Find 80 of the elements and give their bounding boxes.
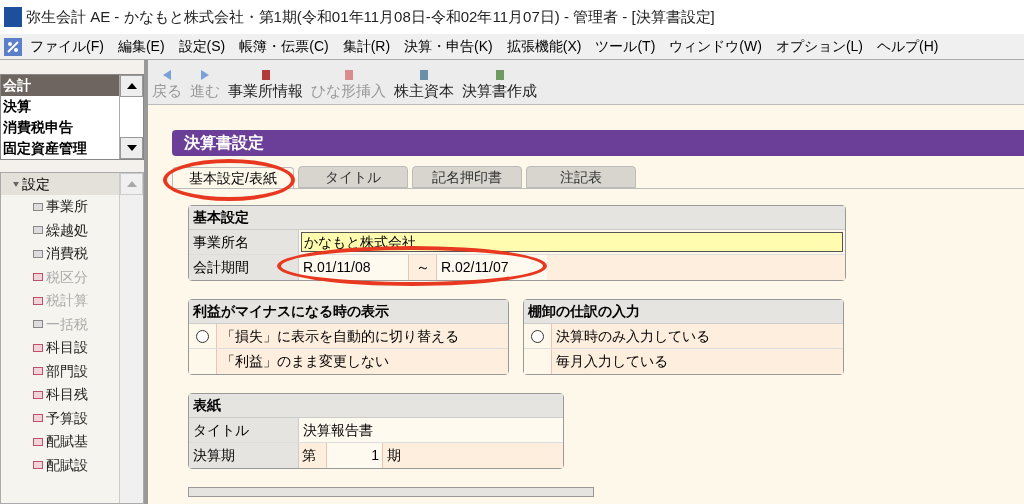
menu-item[interactable]: 決算・申告(K)	[404, 36, 493, 57]
document-icon	[342, 69, 355, 81]
section-title: 棚卸の仕訳の入力	[524, 300, 843, 324]
document-icon	[418, 69, 430, 81]
category-item[interactable]: 会計	[1, 75, 119, 96]
tree-item[interactable]: 繰越処	[46, 219, 88, 241]
tree-item[interactable]: 科目残	[46, 384, 88, 406]
tab[interactable]: 注記表	[525, 166, 636, 188]
form-icon	[33, 202, 43, 211]
tab[interactable]: 基本設定/表紙	[172, 167, 294, 189]
tree-item[interactable]: 部門設	[46, 360, 88, 382]
date-field[interactable]: R.02/11/07	[437, 255, 547, 280]
menu-item[interactable]: 設定(S)	[178, 36, 226, 57]
menu-item[interactable]: 帳簿・伝票(C)	[239, 36, 329, 57]
field-label: 事業所名	[189, 230, 299, 254]
suffix-label: 期	[383, 443, 563, 468]
app-icon	[4, 7, 22, 27]
section-title: 表紙	[189, 394, 563, 418]
option-label[interactable]: 「利益」のまま変更しない	[217, 349, 508, 374]
up-arrow-icon	[126, 83, 137, 89]
radio-button[interactable]	[531, 329, 544, 343]
scroll-up-button[interactable]	[120, 75, 143, 97]
calendar-icon	[33, 273, 43, 282]
tree-item[interactable]: 科目設	[46, 337, 88, 359]
section-title: 利益がマイナスになる時の表示	[189, 300, 508, 324]
menu-item[interactable]: 拡張機能(X)	[506, 36, 582, 57]
toolbar-button[interactable]: 事業所情報	[228, 69, 303, 101]
window-title: 弥生会計 AE - かなもと株式会社・第1期(令和01年11月08日-令和02年11月07日) - 管理者 - [決算書設定]	[26, 6, 715, 27]
tree-item[interactable]: 消費税	[46, 243, 88, 265]
left-arrow-icon	[161, 69, 173, 81]
section-title: 基本設定	[189, 206, 845, 230]
text-field[interactable]: 決算報告書	[299, 418, 563, 442]
range-separator: ～	[409, 255, 437, 280]
tab[interactable]: 記名押印書	[411, 166, 522, 188]
menu-item[interactable]: ウィンドウ(W)	[669, 36, 762, 57]
form-icon	[33, 249, 43, 258]
menu-item[interactable]: ヘルプ(H)	[877, 36, 939, 57]
calendar-icon	[33, 390, 43, 399]
option-label[interactable]: 「損失」に表示を自動的に切り替える	[217, 324, 508, 348]
app-logo-icon	[4, 37, 22, 56]
calendar-icon	[33, 343, 43, 352]
panel-title-bar: 決算書設定	[172, 130, 1024, 156]
right-arrow-icon	[199, 69, 211, 81]
menu-item[interactable]: オプション(L)	[775, 36, 863, 57]
calendar-icon	[33, 296, 43, 305]
document-icon	[493, 69, 506, 81]
radio-button[interactable]	[196, 329, 209, 343]
category-item[interactable]: 決算	[1, 96, 119, 117]
calendar-icon	[33, 437, 43, 446]
number-field[interactable]: 1	[327, 443, 383, 468]
toolbar-button[interactable]: 株主資本	[394, 69, 454, 101]
menu-item[interactable]: 集計(R)	[342, 36, 391, 57]
expand-toggle-icon[interactable]	[13, 181, 19, 187]
field-label: タイトル	[189, 418, 299, 442]
category-item[interactable]: 固定資産管理	[1, 138, 119, 159]
calendar-icon	[33, 414, 43, 423]
toolbar-button[interactable]: 決算書作成	[462, 69, 537, 101]
option-label[interactable]: 毎月入力している	[552, 349, 843, 374]
field-label: 会計期間	[189, 255, 299, 280]
up-arrow-icon	[126, 181, 137, 187]
document-icon	[259, 69, 272, 81]
menu-item[interactable]: 編集(E)	[117, 36, 165, 57]
menu-item[interactable]: ツール(T)	[595, 36, 656, 57]
tree-item[interactable]: 事業所	[46, 196, 88, 218]
tree-item[interactable]: 配賦基	[46, 431, 88, 453]
field-label: 決算期	[189, 443, 299, 468]
tree-item[interactable]: 配賦設	[46, 454, 88, 476]
calendar-icon	[33, 367, 43, 376]
tree-item[interactable]: 予算設	[46, 407, 88, 429]
scroll-down-button[interactable]	[120, 137, 143, 159]
form-icon	[33, 226, 43, 235]
category-item[interactable]: 消費税申告	[1, 117, 119, 138]
option-label[interactable]: 決算時のみ入力している	[552, 324, 843, 348]
menu-item[interactable]: ファイル(F)	[30, 36, 104, 57]
prefix-label: 第	[299, 443, 327, 468]
date-field[interactable]: R.01/11/08	[299, 255, 409, 280]
form-icon	[33, 320, 43, 329]
calendar-icon	[33, 461, 43, 470]
down-arrow-icon	[126, 145, 137, 151]
tab[interactable]: タイトル	[297, 166, 408, 188]
